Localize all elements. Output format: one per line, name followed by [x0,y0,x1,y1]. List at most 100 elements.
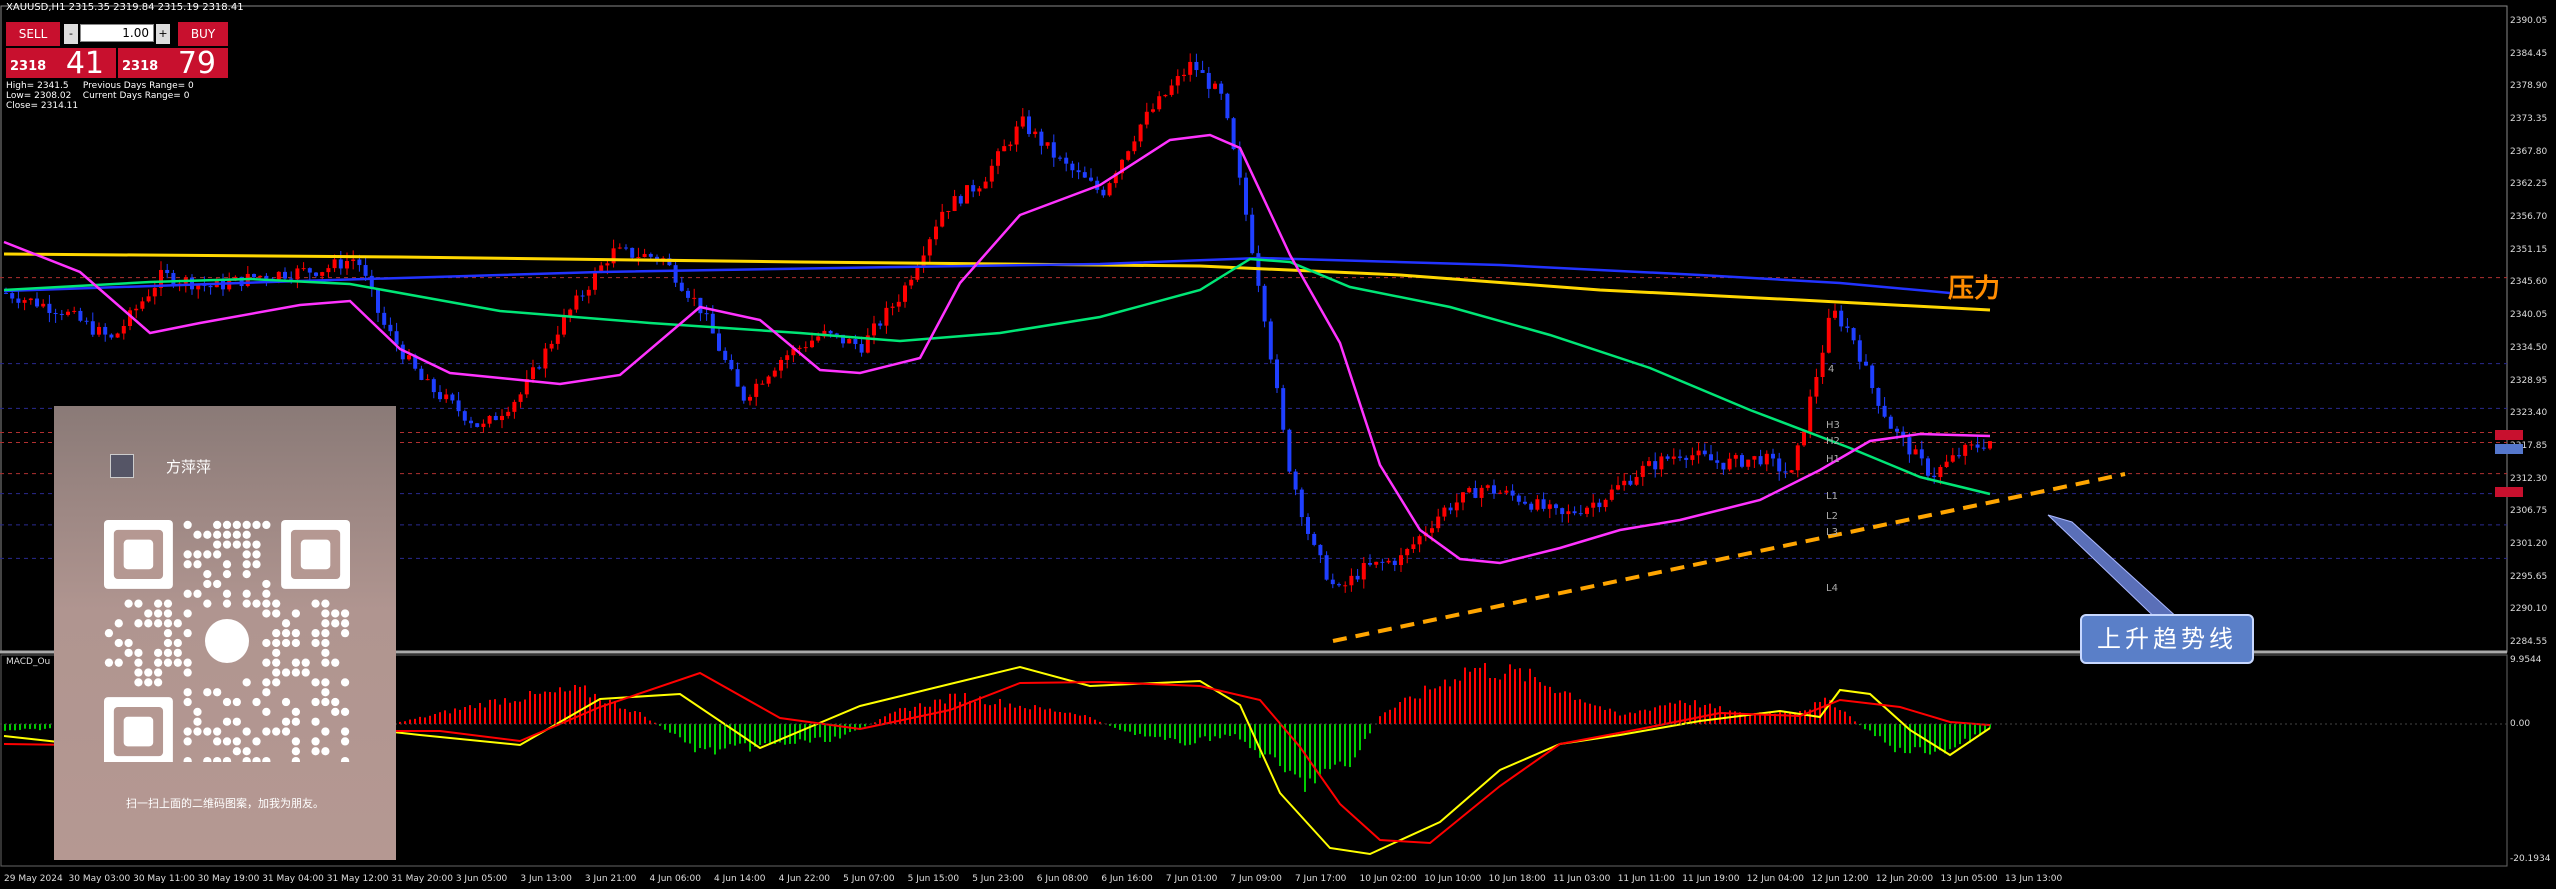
sell-button[interactable]: SELL [6,22,60,46]
lot-size-input[interactable]: 1.00 [80,24,154,42]
candle-body [1808,396,1813,432]
qr-dot [203,727,212,736]
macd-bar [1574,699,1576,724]
candle-body [1281,388,1286,430]
candle-body [772,370,777,377]
qr-dot [213,550,222,559]
macd-bar [39,724,41,731]
price-axis-label: 2378.90 [2510,81,2548,92]
macd-bar [1714,708,1716,724]
buy-button[interactable]: BUY [178,22,228,46]
macd-bar [1944,724,1946,754]
macd-bar [439,712,441,724]
candle-body [276,271,281,280]
macd-bar [969,700,971,724]
qr-dot [193,589,202,598]
candle-body [1213,83,1217,89]
qr-dot [262,707,271,717]
lot-decrease-button[interactable]: - [64,24,78,44]
qr-dot [291,629,301,638]
qr-dot [222,599,232,608]
candle-body [264,275,269,279]
candle-body [1151,109,1155,112]
macd-bar [1424,685,1426,724]
qr-dot [163,609,173,618]
candle-body [1479,487,1484,498]
pivot-h3: H3 [1826,420,1840,431]
candle-body [1405,549,1410,556]
candle-body [1820,352,1825,378]
candle-body [1225,93,1230,119]
candle-body [1684,457,1689,460]
candle-body [1430,528,1434,533]
qr-dot [222,540,232,549]
candle-body [1064,157,1069,164]
qr-dot [291,747,301,756]
candle-body [1733,455,1738,459]
qr-dot [183,589,192,598]
candle-body [1969,444,1974,446]
macd-bar [529,691,531,724]
macd-bar [1329,724,1331,770]
qr-dot [311,638,320,648]
candle-body [1051,142,1056,158]
macd-bar [1619,715,1621,724]
buy-price[interactable]: 2318 79 [118,46,228,81]
qr-dot [242,520,251,530]
macd-bar [1589,703,1591,724]
candle-body [1665,456,1670,459]
candle-body [165,269,170,274]
candle-body [977,188,982,192]
qr-dot [193,550,202,559]
macd-bar [489,699,491,724]
candle-body [828,330,833,334]
candle-body [1591,502,1596,508]
macd-bar [1339,724,1341,762]
candle-body [1027,116,1031,135]
candle-body [1833,310,1837,318]
sell-price[interactable]: 2318 41 [6,46,116,81]
candle-body [1306,517,1310,534]
macd-bar [29,724,31,730]
macd-bar [34,724,36,729]
candle-body [1709,454,1713,461]
qr-dot [340,756,350,762]
qr-dot [291,717,301,726]
candle-body [146,296,151,302]
macd-bar [1864,724,1866,730]
candle-body [1541,499,1546,509]
macd-bar [554,692,556,724]
qr-dot [183,609,192,618]
qr-dot [262,579,271,589]
uptrend-line [1332,472,2126,643]
candle-body [648,253,653,257]
macd-bar [1314,724,1316,784]
macd-bar [1474,667,1476,724]
macd-bar [1459,680,1461,724]
qr-dot [242,540,251,549]
macd-bar [1174,724,1176,740]
candle-body [1678,456,1682,458]
macd-bar [419,716,421,724]
macd-bar [1879,724,1881,737]
qr-dot [144,668,153,677]
candle-body [1634,476,1639,485]
candle-body [983,181,988,189]
macd-bar [1439,686,1441,724]
candle-body [78,310,83,321]
lot-increase-button[interactable]: + [156,24,170,44]
candle-body [593,272,597,290]
qr-dot [252,540,261,549]
candle-body [351,259,356,262]
candle-body [946,211,951,213]
qr-dot [321,747,330,756]
macd-bar [524,699,526,724]
qr-dot [213,579,222,589]
candle-body [1132,141,1137,152]
candle-body [35,298,39,307]
candle-body [1938,466,1943,478]
time-axis-label: 3 Jun 13:00 [520,874,572,884]
macd-bar [1544,685,1546,724]
macd-bar [24,724,26,729]
time-axis-label: 7 Jun 17:00 [1294,874,1347,884]
